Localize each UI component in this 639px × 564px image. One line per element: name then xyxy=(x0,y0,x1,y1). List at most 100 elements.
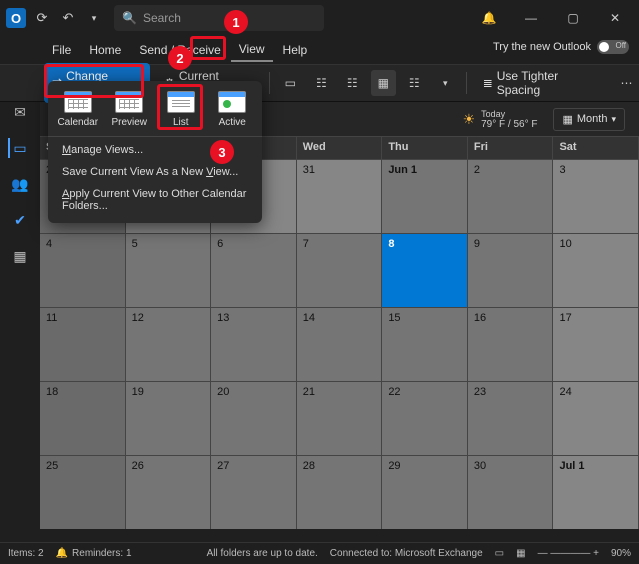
zoom-value: 90% xyxy=(611,548,631,559)
day-cell[interactable]: 25 xyxy=(40,456,126,529)
undo-icon[interactable]: ↶ xyxy=(58,10,78,26)
menu-home[interactable]: Home xyxy=(81,39,129,61)
notifications-icon[interactable]: 🔔 xyxy=(471,0,507,36)
day-cell[interactable]: 19 xyxy=(126,382,212,455)
sync-icon[interactable]: ⟳ xyxy=(32,10,52,26)
day-cell[interactable]: 14 xyxy=(297,308,383,381)
day-cell[interactable]: Jul 1 xyxy=(553,456,639,529)
chevron-down-icon: ▾ xyxy=(611,114,616,125)
day-cell[interactable]: Jun 1 xyxy=(382,160,468,233)
view-option-label: Calendar xyxy=(57,117,98,128)
view-option-preview[interactable]: Preview xyxy=(105,91,153,128)
day-cell[interactable]: 27 xyxy=(211,456,297,529)
day-cell[interactable]: 6 xyxy=(211,234,297,307)
list-view-icon xyxy=(167,91,195,113)
view-option-label: List xyxy=(173,117,189,128)
day-cell[interactable]: 26 xyxy=(126,456,212,529)
rail-more-apps-icon[interactable]: ▦ xyxy=(10,246,30,266)
view-option-label: Active xyxy=(219,117,246,128)
status-view-normal-icon[interactable]: ▭ xyxy=(495,548,504,559)
view-option-calendar[interactable]: Calendar xyxy=(54,91,102,128)
day-header: Wed xyxy=(297,137,383,159)
bell-icon: 🔔 xyxy=(56,548,68,559)
search-box[interactable]: 🔍 Search xyxy=(114,5,324,31)
more-commands-icon[interactable]: ⋯ xyxy=(614,70,639,96)
day-cell[interactable]: 4 xyxy=(40,234,126,307)
day-header: Fri xyxy=(468,137,554,159)
day-header: Sat xyxy=(553,137,639,159)
try-new-label: Try the new Outlook xyxy=(493,41,591,53)
day-cell[interactable]: 16 xyxy=(468,308,554,381)
day-cell[interactable]: 10 xyxy=(553,234,639,307)
day-cell[interactable]: 7 xyxy=(297,234,383,307)
day-cell[interactable]: 2 xyxy=(468,160,554,233)
rail-todo-icon[interactable]: ✔ xyxy=(10,210,30,230)
month-view-icon[interactable]: ▦ xyxy=(371,70,396,96)
calendar-small-icon: ▦ xyxy=(562,113,572,126)
day-cell[interactable]: 15 xyxy=(382,308,468,381)
weather-today-label: Today xyxy=(481,109,537,119)
active-view-icon xyxy=(218,91,246,113)
day-cell[interactable]: 24 xyxy=(553,382,639,455)
zoom-slider[interactable]: — ———— + xyxy=(538,548,599,559)
outlook-app-icon[interactable]: O xyxy=(6,8,26,28)
view-option-active[interactable]: Active xyxy=(208,91,256,128)
status-items: Items: 2 xyxy=(8,548,44,559)
rail-people-icon[interactable]: 👥 xyxy=(10,174,30,194)
close-button[interactable]: ✕ xyxy=(597,0,633,36)
day-cell[interactable]: 31 xyxy=(297,160,383,233)
day-cell[interactable]: 9 xyxy=(468,234,554,307)
day-cell[interactable]: 13 xyxy=(211,308,297,381)
view-option-list[interactable]: List xyxy=(157,91,205,128)
day-view-icon[interactable]: ▭ xyxy=(278,70,303,96)
try-new-toggle[interactable]: Off xyxy=(597,40,629,54)
menu-view[interactable]: View xyxy=(231,38,273,62)
work-week-view-icon[interactable]: ☷ xyxy=(309,70,334,96)
day-cell[interactable]: 21 xyxy=(297,382,383,455)
annotation-badge-1: 1 xyxy=(224,10,248,34)
sun-icon: ☀ xyxy=(463,111,476,128)
annotation-badge-2: 2 xyxy=(168,46,192,70)
weather-widget[interactable]: ☀ Today 79° F / 56° F xyxy=(463,109,538,130)
day-cell[interactable]: 28 xyxy=(297,456,383,529)
day-cell[interactable]: 23 xyxy=(468,382,554,455)
minimize-button[interactable]: — xyxy=(513,0,549,36)
search-icon: 🔍 xyxy=(122,11,137,25)
rail-calendar-icon[interactable]: ▭ xyxy=(8,138,28,158)
status-connected: Connected to: Microsoft Exchange xyxy=(330,548,483,559)
apply-view-menu[interactable]: Apply Current View to Other Calendar Fol… xyxy=(48,183,262,217)
day-cell[interactable]: 5 xyxy=(126,234,212,307)
day-cell[interactable]: 18 xyxy=(40,382,126,455)
view-dropdown-icon[interactable]: ▾ xyxy=(433,70,458,96)
day-cell[interactable]: 12 xyxy=(126,308,212,381)
rail-mail-icon[interactable]: ✉ xyxy=(10,102,30,122)
day-cell[interactable]: 11 xyxy=(40,308,126,381)
day-cell[interactable]: 22 xyxy=(382,382,468,455)
day-cell[interactable]: 30 xyxy=(468,456,554,529)
day-cell-today[interactable]: 8 xyxy=(382,234,468,307)
menu-text: anage Views... xyxy=(71,144,143,156)
status-view-reading-icon[interactable]: ▦ xyxy=(516,548,525,559)
schedule-view-icon[interactable]: ☷ xyxy=(402,70,427,96)
dropdown-icon[interactable]: ▾ xyxy=(84,13,104,24)
week-view-icon[interactable]: ☷ xyxy=(340,70,365,96)
spacing-icon: ≣ xyxy=(483,76,493,90)
annotation-badge-3: 3 xyxy=(210,140,234,164)
menu-file[interactable]: File xyxy=(44,39,79,61)
day-cell[interactable]: 29 xyxy=(382,456,468,529)
view-selector-label: Month xyxy=(577,113,608,125)
status-reminders[interactable]: 🔔Reminders: 1 xyxy=(56,548,132,559)
day-cell[interactable]: 3 xyxy=(553,160,639,233)
maximize-button[interactable]: ▢ xyxy=(555,0,591,36)
save-view-menu[interactable]: Save Current View As a New View... xyxy=(48,161,262,183)
calendar-view-icon xyxy=(64,91,92,113)
status-folders: All folders are up to date. xyxy=(207,548,318,559)
status-bar: Items: 2 🔔Reminders: 1 All folders are u… xyxy=(0,542,639,564)
menu-bar: File Home Send / Receive View Help Try t… xyxy=(0,36,639,64)
tighter-spacing-button[interactable]: ≣ Use Tighter Spacing xyxy=(475,63,608,103)
title-bar: O ⟳ ↶ ▾ 🔍 Search 🔔 — ▢ ✕ xyxy=(0,0,639,36)
view-selector[interactable]: ▦ Month ▾ xyxy=(553,108,625,131)
day-cell[interactable]: 20 xyxy=(211,382,297,455)
day-cell[interactable]: 17 xyxy=(553,308,639,381)
menu-help[interactable]: Help xyxy=(275,39,316,61)
